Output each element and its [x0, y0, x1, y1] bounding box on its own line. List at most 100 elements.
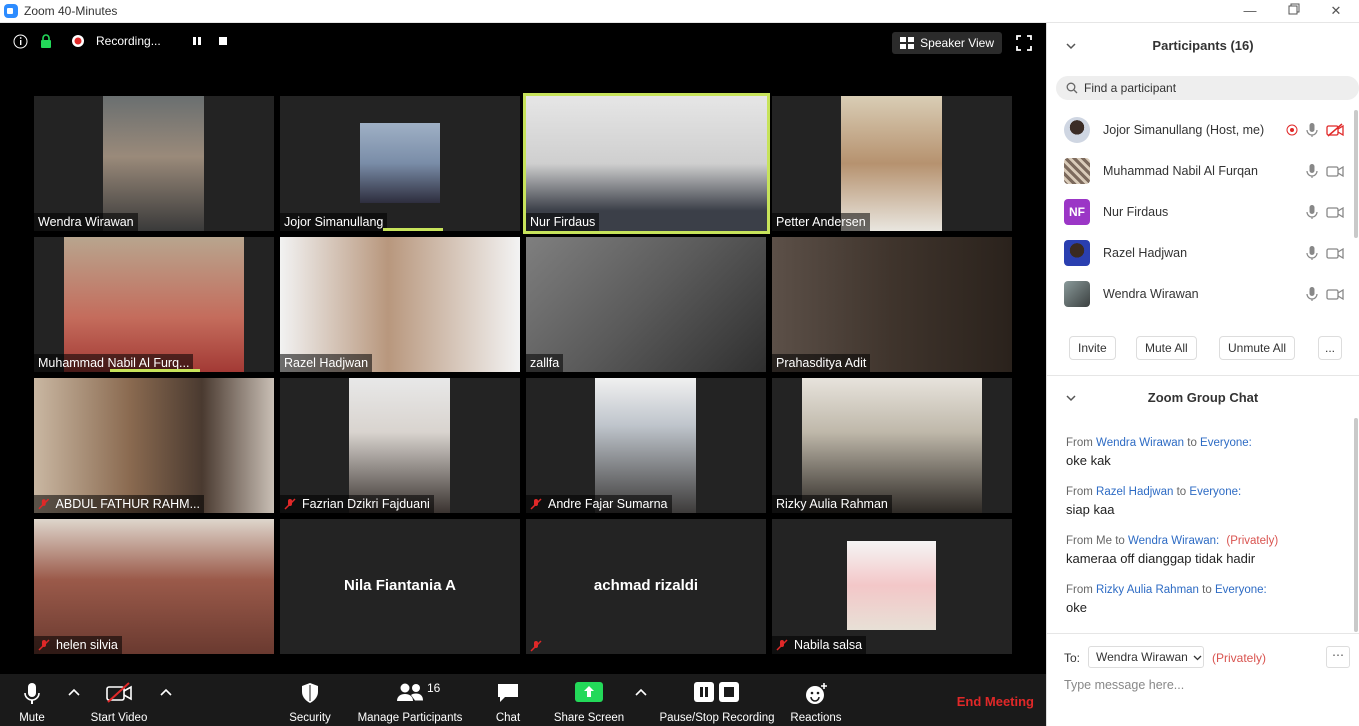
video-tile[interactable]: ABDUL FATHUR RAHM...: [34, 378, 274, 513]
share-screen-label: Share Screen: [553, 712, 625, 724]
grid-icon: [900, 37, 915, 49]
reactions-button[interactable]: Reactions: [788, 674, 844, 726]
participant-row[interactable]: Jojor Simanullang (Host, me): [1064, 115, 1344, 145]
chevron-up-icon[interactable]: [159, 686, 173, 700]
security-button[interactable]: Security: [285, 674, 335, 726]
microphone-icon[interactable]: [1306, 122, 1318, 138]
video-tile[interactable]: achmad rizaldi: [526, 519, 766, 654]
microphone-icon[interactable]: [1306, 286, 1318, 302]
chat-message-header: From Rizky Aulia Rahman to Everyone:: [1066, 584, 1346, 596]
profile-picture: [847, 541, 936, 630]
pause-stop-recording-button[interactable]: Pause/Stop Recording: [656, 674, 778, 726]
to-word: to: [1202, 584, 1212, 596]
participant-search-input[interactable]: Find a participant: [1056, 76, 1359, 100]
muted-mic-icon: [38, 498, 50, 510]
chat-more-button[interactable]: ⋯: [1326, 646, 1350, 668]
video-tile[interactable]: Fazrian Dzikri Fajduani: [280, 378, 520, 513]
video-tile[interactable]: Rizky Aulia Rahman: [772, 378, 1012, 513]
participant-name: Wendra Wirawan: [1103, 287, 1199, 301]
message-input[interactable]: Type message here...: [1064, 678, 1184, 692]
participants-scrollbar[interactable]: [1354, 110, 1358, 238]
recipient-name[interactable]: Everyone:: [1200, 437, 1252, 449]
to-label: To:: [1064, 651, 1081, 665]
chevron-up-icon[interactable]: [67, 686, 81, 700]
video-feed: [34, 378, 274, 513]
share-screen-button[interactable]: Share Screen: [552, 674, 626, 726]
more-options-button[interactable]: ...: [1318, 336, 1343, 360]
video-feed: [526, 237, 766, 372]
invite-button[interactable]: Invite: [1069, 336, 1116, 360]
video-icon[interactable]: [1326, 287, 1344, 301]
unmute-all-button[interactable]: Unmute All: [1219, 336, 1296, 360]
tile-name: Petter Andersen: [772, 213, 870, 231]
participant-row[interactable]: Muhammad Nabil Al Furqan: [1064, 156, 1344, 186]
video-icon[interactable]: [1326, 164, 1344, 178]
video-tile[interactable]: Andre Fajar Sumarna: [526, 378, 766, 513]
participant-row[interactable]: Wendra Wirawan: [1064, 279, 1344, 309]
video-tile[interactable]: Jojor Simanullang: [280, 96, 520, 231]
restore-icon[interactable]: [1271, 2, 1317, 20]
chevron-up-icon[interactable]: [634, 686, 648, 700]
microphone-icon[interactable]: [1306, 204, 1318, 220]
video-tile[interactable]: Muhammad Nabil Al Furq...: [34, 237, 274, 372]
video-off-icon[interactable]: [1326, 123, 1344, 137]
recipient-name[interactable]: Everyone:: [1215, 584, 1267, 596]
mute-all-button[interactable]: Mute All: [1136, 336, 1197, 360]
avatar: [1064, 240, 1090, 266]
to-word: to: [1115, 535, 1125, 547]
video-tile[interactable]: helen silvia: [34, 519, 274, 654]
info-icon[interactable]: [12, 33, 28, 49]
sender-name[interactable]: Rizky Aulia Rahman: [1096, 584, 1199, 596]
avatar: [1064, 117, 1090, 143]
profile-picture: [360, 123, 440, 203]
fullscreen-icon[interactable]: [1016, 35, 1032, 51]
chat-message-header: From Wendra Wirawan to Everyone:: [1066, 437, 1346, 449]
minimize-icon[interactable]: —: [1227, 2, 1273, 20]
stop-recording-icon[interactable]: [215, 33, 231, 49]
sender-name[interactable]: Wendra Wirawan: [1096, 437, 1184, 449]
sender-name[interactable]: Razel Hadjwan: [1096, 486, 1173, 498]
muted-mic-icon: [530, 498, 542, 510]
video-tile[interactable]: Petter Andersen: [772, 96, 1012, 231]
video-tile-active-speaker[interactable]: Nur Firdaus: [523, 93, 770, 234]
recipient-dropdown[interactable]: Wendra Wirawan: [1088, 646, 1204, 668]
manage-participants-button[interactable]: 16 Manage Participants: [354, 674, 466, 726]
meeting-top-bar: Recording...: [12, 33, 241, 49]
from-prefix: From Me: [1066, 535, 1112, 547]
video-feed: [841, 96, 942, 231]
start-video-button[interactable]: Start Video: [88, 674, 150, 726]
chat-scrollbar[interactable]: [1354, 418, 1358, 632]
participant-count: 16: [427, 681, 441, 695]
video-tile[interactable]: Wendra Wirawan: [34, 96, 274, 231]
window-title: Zoom 40-Minutes: [24, 4, 118, 18]
end-meeting-button[interactable]: End Meeting: [957, 694, 1034, 709]
microphone-icon[interactable]: [1306, 163, 1318, 179]
tile-name: Andre Fajar Sumarna: [526, 495, 672, 513]
recipient-name[interactable]: Wendra Wirawan:: [1128, 535, 1219, 547]
participant-row[interactable]: NF Nur Firdaus: [1064, 197, 1344, 227]
video-tile[interactable]: Nila Fiantania A: [280, 519, 520, 654]
video-feed: [103, 96, 204, 231]
pause-recording-icon[interactable]: [189, 33, 205, 49]
tile-name: Fazrian Dzikri Fajduani: [280, 495, 434, 513]
speaker-view-button[interactable]: Speaker View: [892, 32, 1002, 54]
video-tile[interactable]: Nabila salsa: [772, 519, 1012, 654]
video-tile[interactable]: Prahasditya Adit: [772, 237, 1012, 372]
chat-message-text: kameraa off dianggap tidak hadir: [1066, 551, 1256, 566]
mute-button[interactable]: Mute: [12, 674, 52, 726]
encryption-lock-icon[interactable]: [38, 33, 54, 49]
recipient-name[interactable]: Everyone:: [1189, 486, 1241, 498]
chat-button[interactable]: Chat: [488, 674, 528, 726]
participant-row[interactable]: Razel Hadjwan: [1064, 238, 1344, 268]
video-tile[interactable]: zallfa: [526, 237, 766, 372]
chevron-down-icon: [1193, 655, 1202, 660]
video-icon[interactable]: [1326, 205, 1344, 219]
video-tile[interactable]: Razel Hadjwan: [280, 237, 520, 372]
microphone-icon[interactable]: [1306, 245, 1318, 261]
zoom-app-icon: [4, 4, 18, 18]
avatar-initials: NF: [1064, 199, 1090, 225]
video-icon[interactable]: [1326, 246, 1344, 260]
close-icon[interactable]: ✕: [1313, 2, 1359, 20]
share-screen-icon: [575, 682, 603, 702]
avatar: [1064, 281, 1090, 307]
